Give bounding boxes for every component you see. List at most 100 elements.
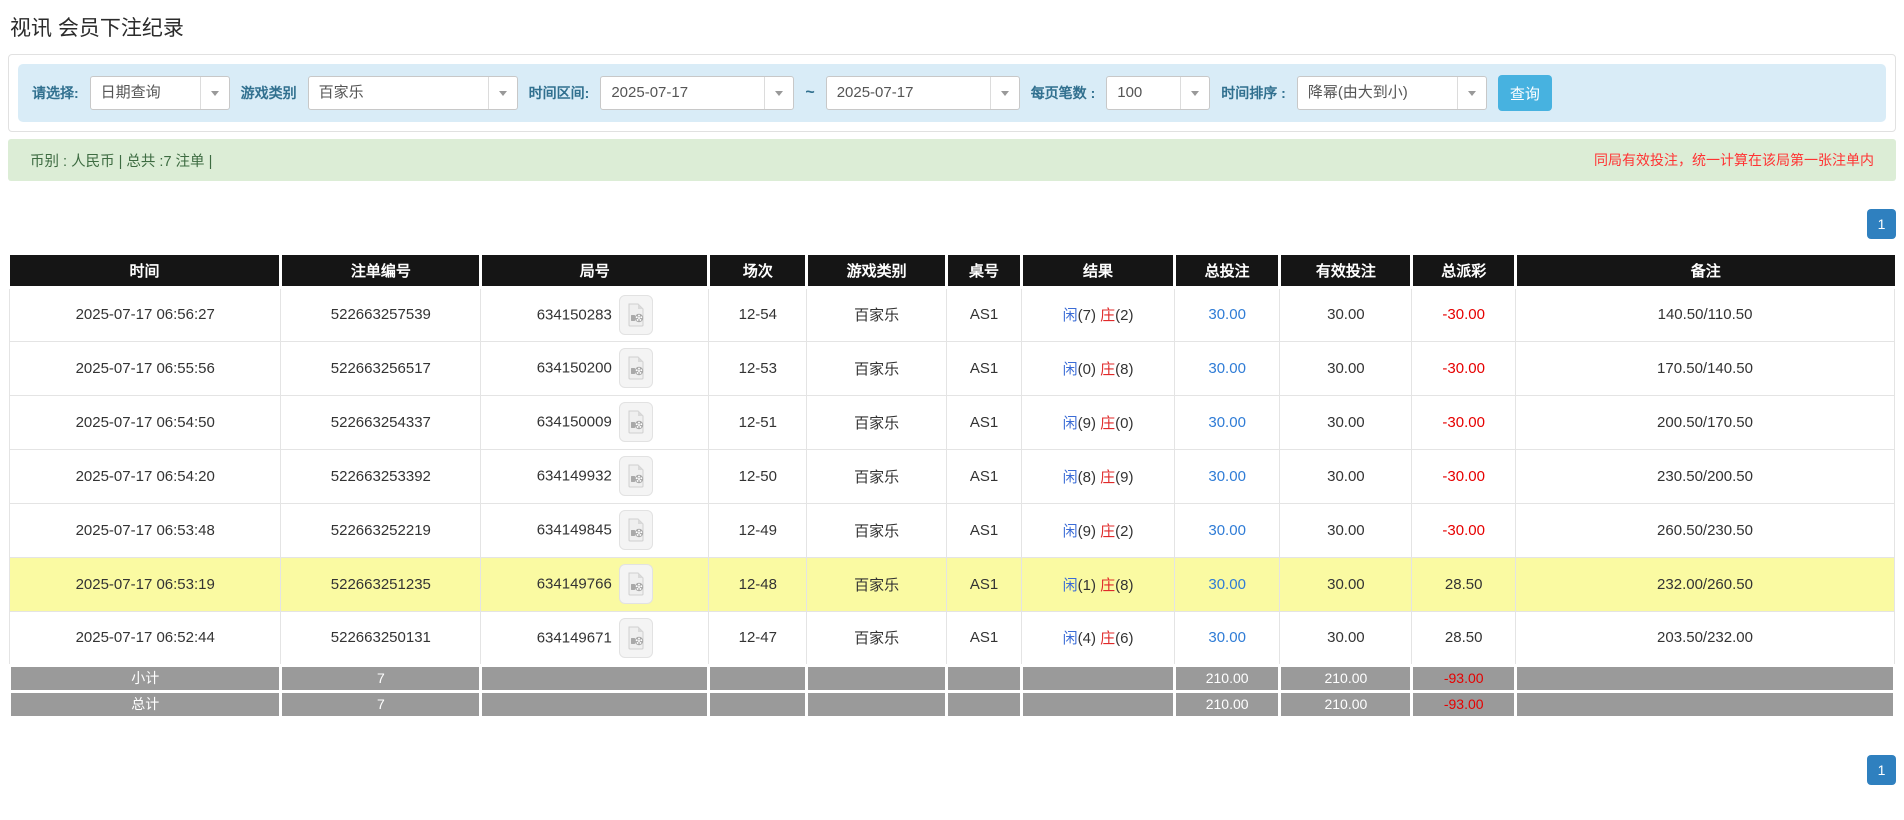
round-number: 634150283 [537, 306, 612, 323]
subtotal-valid-bet: 210.00 [1280, 665, 1412, 691]
round-number: 634150009 [537, 414, 612, 431]
result-banker-score: (9) [1115, 469, 1133, 486]
page-size-value: 100 [1107, 77, 1180, 109]
table-row: 2025-07-17 06:53:19 522663251235 6341497… [10, 557, 1895, 611]
cell-game-type: 百家乐 [807, 287, 946, 341]
cell-time: 2025-07-17 06:54:20 [10, 449, 281, 503]
sort-select[interactable]: 降幂(由大到小) [1297, 76, 1487, 110]
page-size-label: 每页笔数 : [1031, 83, 1096, 103]
round-number: 634149671 [537, 629, 612, 646]
column-header: 总派彩 [1412, 255, 1516, 287]
cell-valid-bet: 30.00 [1280, 287, 1412, 341]
table-row: 2025-07-17 06:53:48 522663252219 6341498… [10, 503, 1895, 557]
summary-bar: 币别 : 人民币 | 总共 :7 注单 | 同局有效投注，统一计算在该局第一张注… [8, 139, 1896, 181]
cell-table-number: AS1 [946, 449, 1021, 503]
chevron-down-icon [488, 77, 517, 109]
query-type-select[interactable]: 日期查询 [90, 76, 230, 110]
currency-total-text: 币别 : 人民币 | 总共 :7 注单 | [30, 150, 212, 171]
cell-note: 140.50/110.50 [1516, 287, 1895, 341]
video-file-icon [626, 356, 646, 380]
cell-session: 12-50 [709, 449, 807, 503]
game-type-value: 百家乐 [309, 77, 488, 109]
date-to-input[interactable]: 2025-07-17 [826, 76, 1020, 110]
result-player-score: (0) [1078, 361, 1096, 378]
page-size-select[interactable]: 100 [1106, 76, 1210, 110]
cell-table-number: AS1 [946, 503, 1021, 557]
column-header: 游戏类别 [807, 255, 946, 287]
cell-time: 2025-07-17 06:56:27 [10, 287, 281, 341]
cell-bet-id: 522663257539 [281, 287, 481, 341]
video-file-icon [626, 303, 646, 327]
column-header: 总投注 [1174, 255, 1280, 287]
cell-round: 634149845 [481, 503, 709, 557]
video-replay-button[interactable] [619, 456, 653, 496]
time-range-label: 时间区间: [529, 83, 590, 103]
cell-round: 634149766 [481, 557, 709, 611]
total-bet-link[interactable]: 30.00 [1208, 468, 1246, 485]
total-payout: -93.00 [1412, 691, 1516, 717]
search-button[interactable]: 查询 [1498, 75, 1552, 111]
cell-note: 260.50/230.50 [1516, 503, 1895, 557]
date-from-value: 2025-07-17 [601, 77, 764, 109]
chevron-down-icon [1180, 77, 1209, 109]
total-bet-link[interactable]: 30.00 [1208, 522, 1246, 539]
result-player-score: (7) [1078, 307, 1096, 324]
result-banker-label: 庄 [1100, 577, 1115, 594]
result-player-label: 闲 [1063, 415, 1078, 432]
cell-result: 闲(4) 庄(6) [1022, 611, 1175, 665]
cell-payout: -30.00 [1412, 341, 1516, 395]
total-bet-link[interactable]: 30.00 [1208, 306, 1246, 323]
cell-total-bet: 30.00 [1174, 341, 1280, 395]
total-row: 总计 7 210.00 210.00 -93.00 [10, 691, 1895, 717]
total-bet-link[interactable]: 30.00 [1208, 576, 1246, 593]
cell-bet-id: 522663252219 [281, 503, 481, 557]
cell-round: 634149671 [481, 611, 709, 665]
total-bet-link[interactable]: 30.00 [1208, 414, 1246, 431]
subtotal-total-bet: 210.00 [1174, 665, 1280, 691]
video-replay-button[interactable] [619, 348, 653, 388]
cell-table-number: AS1 [946, 611, 1021, 665]
chevron-down-icon [200, 77, 229, 109]
cell-total-bet: 30.00 [1174, 503, 1280, 557]
cell-note: 203.50/232.00 [1516, 611, 1895, 665]
cell-total-bet: 30.00 [1174, 395, 1280, 449]
video-replay-button[interactable] [619, 618, 653, 658]
cell-result: 闲(0) 庄(8) [1022, 341, 1175, 395]
page-1-button[interactable]: 1 [1867, 209, 1896, 239]
subtotal-label: 小计 [10, 665, 281, 691]
cell-total-bet: 30.00 [1174, 611, 1280, 665]
cell-session: 12-53 [709, 341, 807, 395]
result-player-score: (9) [1078, 523, 1096, 540]
result-banker-score: (8) [1115, 361, 1133, 378]
video-replay-button[interactable] [619, 564, 653, 604]
page-1-button[interactable]: 1 [1867, 755, 1896, 785]
video-replay-button[interactable] [619, 295, 653, 335]
cell-table-number: AS1 [946, 395, 1021, 449]
game-type-select[interactable]: 百家乐 [308, 76, 518, 110]
total-bet-link[interactable]: 30.00 [1208, 629, 1246, 646]
video-replay-button[interactable] [619, 510, 653, 550]
video-file-icon [626, 464, 646, 488]
cell-total-bet: 30.00 [1174, 287, 1280, 341]
result-banker-label: 庄 [1100, 361, 1115, 378]
cell-table-number: AS1 [946, 341, 1021, 395]
cell-round: 634150200 [481, 341, 709, 395]
video-replay-button[interactable] [619, 402, 653, 442]
query-type-value: 日期查询 [91, 77, 200, 109]
date-from-input[interactable]: 2025-07-17 [600, 76, 794, 110]
column-header: 备注 [1516, 255, 1895, 287]
subtotal-count: 7 [281, 665, 481, 691]
cell-bet-id: 522663256517 [281, 341, 481, 395]
total-bet-link[interactable]: 30.00 [1208, 360, 1246, 377]
table-row: 2025-07-17 06:55:56 522663256517 6341502… [10, 341, 1895, 395]
cell-table-number: AS1 [946, 557, 1021, 611]
cell-result: 闲(8) 庄(9) [1022, 449, 1175, 503]
betting-records-table: 时间注单编号局号场次游戏类别桌号结果总投注有效投注总派彩备注 2025-07-1… [8, 255, 1896, 719]
column-header: 桌号 [946, 255, 1021, 287]
cell-table-number: AS1 [946, 287, 1021, 341]
round-number: 634149845 [537, 522, 612, 539]
table-header-row: 时间注单编号局号场次游戏类别桌号结果总投注有效投注总派彩备注 [10, 255, 1895, 287]
cell-payout: -30.00 [1412, 449, 1516, 503]
cell-valid-bet: 30.00 [1280, 395, 1412, 449]
total-total-bet: 210.00 [1174, 691, 1280, 717]
